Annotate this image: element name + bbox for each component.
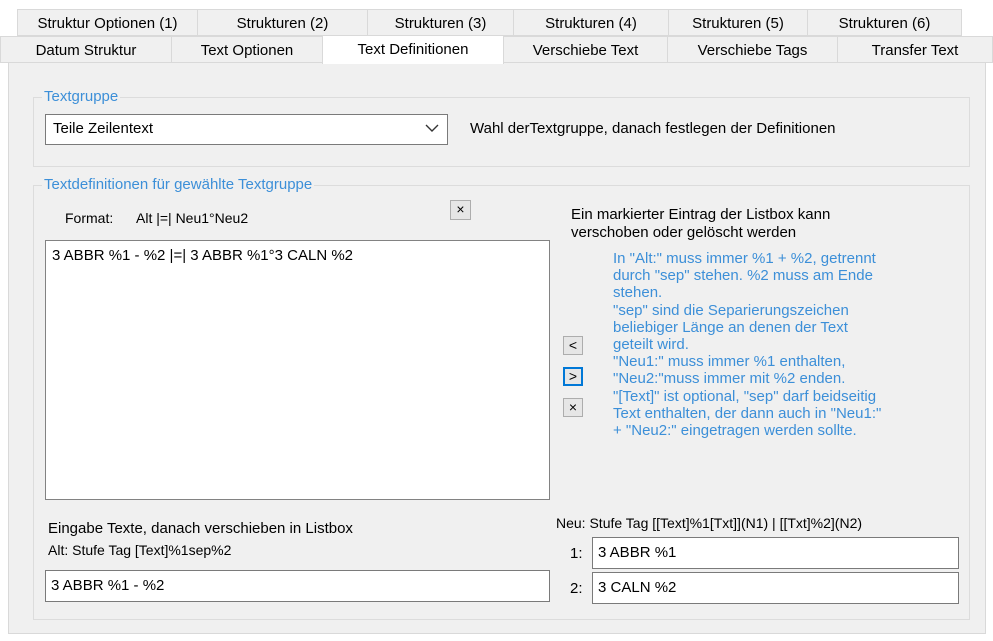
tab-verschiebe-tags[interactable]: Verschiebe Tags — [667, 36, 838, 63]
list-item[interactable]: 3 ABBR %1 - %2 |=| 3 ABBR %1°3 CALN %2 — [52, 247, 353, 264]
tab-verschiebe-text[interactable]: Verschiebe Text — [503, 36, 668, 63]
tab-datum-struktur[interactable]: Datum Struktur — [0, 36, 172, 63]
format-value: Alt |=| Neu1°Neu2 — [136, 210, 249, 226]
delete-entry-button[interactable]: × — [563, 398, 583, 417]
textgruppe-hint: Wahl derTextgruppe, danach festlegen der… — [470, 120, 836, 137]
move-right-button[interactable]: > — [563, 367, 583, 386]
help-line: Text enthalten, der dann auch in "Neu1:" — [613, 404, 882, 422]
alt-input[interactable]: 3 ABBR %1 - %2 — [45, 570, 550, 602]
tab-transfer-text[interactable]: Transfer Text — [837, 36, 993, 63]
neu1-input[interactable]: 3 ABBR %1 — [592, 537, 959, 569]
definitions-listbox[interactable]: 3 ABBR %1 - %2 |=| 3 ABBR %1°3 CALN %2 — [45, 240, 550, 500]
textgruppe-legend: Textgruppe — [42, 88, 121, 105]
clear-list-button[interactable]: × — [450, 200, 471, 220]
close-icon: × — [456, 201, 465, 217]
alt-label: Alt: Stufe Tag [Text]%1sep%2 — [48, 542, 232, 558]
neu2-input[interactable]: 3 CALN %2 — [592, 572, 959, 604]
textgruppe-select[interactable]: Teile Zeilentext — [45, 114, 448, 145]
help-line: "sep" sind die Separierungszeichen — [613, 301, 849, 319]
help-line: "Neu1:" muss immer %1 enthalten, — [613, 353, 846, 371]
neu1-label: 1: — [570, 545, 583, 562]
tab-strukturen-3[interactable]: Strukturen (3) — [367, 9, 514, 36]
textgruppe-selected-value: Teile Zeilentext — [53, 120, 154, 137]
eingabe-label: Eingabe Texte, danach verschieben in Lis… — [48, 520, 353, 537]
help-line: stehen. — [613, 284, 663, 302]
textdef-legend: Textdefinitionen für gewählte Textgruppe — [42, 176, 315, 193]
neu2-label: 2: — [570, 580, 583, 597]
tab-text-optionen[interactable]: Text Optionen — [171, 36, 323, 63]
help-text: In "Alt:" muss immer %1 + %2, getrennt d… — [613, 250, 973, 439]
close-icon: × — [568, 399, 578, 415]
info-line-2: verschoben oder gelöscht werden — [571, 224, 797, 241]
tab-strukturen-6[interactable]: Strukturen (6) — [807, 9, 962, 36]
chevron-down-icon — [425, 124, 439, 132]
tab-strukturen-5[interactable]: Strukturen (5) — [668, 9, 808, 36]
chevron-right-icon: > — [568, 368, 578, 384]
tab-text-definitionen[interactable]: Text Definitionen — [322, 35, 504, 64]
info-line-1: Ein markierter Eintrag der Listbox kann — [571, 206, 831, 223]
help-line: + "Neu2:" eingetragen werden sollte. — [613, 422, 857, 440]
tab-struktur-optionen-1[interactable]: Struktur Optionen (1) — [17, 9, 198, 36]
move-left-button[interactable]: < — [563, 336, 583, 355]
help-line: "Neu2:"muss immer mit %2 enden. — [613, 370, 846, 388]
help-line: geteilt wird. — [613, 336, 689, 354]
help-line: In "Alt:" muss immer %1 + %2, getrennt — [613, 250, 876, 267]
format-label: Format: — [65, 210, 114, 226]
help-line: "[Text]" ist optional, "sep" darf beidse… — [613, 387, 877, 405]
help-line: beliebiger Länge an denen der Text — [613, 318, 848, 336]
help-line: durch "sep" stehen. %2 muss am Ende — [613, 267, 873, 285]
neu-label: Neu: Stufe Tag [[Text]%1[Txt]](N1) | [[T… — [556, 515, 863, 531]
tab-strukturen-4[interactable]: Strukturen (4) — [513, 9, 669, 36]
chevron-left-icon: < — [568, 337, 578, 353]
tab-strukturen-2[interactable]: Strukturen (2) — [197, 9, 368, 36]
